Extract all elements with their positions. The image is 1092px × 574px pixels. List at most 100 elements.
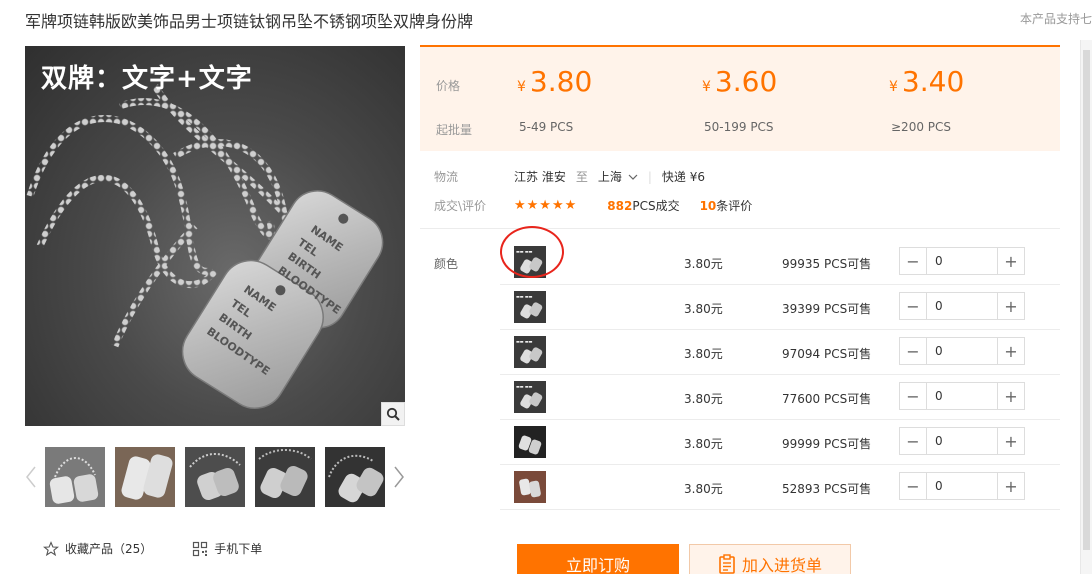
quantity-stepper-4: − + <box>899 382 1025 410</box>
thumbnail-2[interactable] <box>115 447 175 507</box>
plus-button[interactable]: + <box>997 383 1024 409</box>
minus-button[interactable]: − <box>900 338 927 364</box>
vertical-scrollbar[interactable] <box>1080 40 1092 574</box>
quantity-input[interactable] <box>927 248 997 274</box>
quantity-stepper-3: − + <box>899 337 1025 365</box>
sku-row-5: 3.80元 99999 PCS可售 − + <box>500 420 1060 465</box>
zoom-button[interactable] <box>381 402 405 426</box>
sku-price-4: 3.80元 <box>684 392 723 406</box>
quantity-input[interactable] <box>927 428 997 454</box>
sku-price-2: 3.80元 <box>684 302 723 316</box>
minus-button[interactable]: − <box>900 293 927 319</box>
sku-price-5: 3.80元 <box>684 437 723 451</box>
thumbnail-image <box>185 447 245 507</box>
minus-button[interactable]: − <box>900 428 927 454</box>
sku-thumbnail-5[interactable] <box>514 426 546 458</box>
plus-button[interactable]: + <box>997 473 1024 499</box>
mobile-order-link[interactable]: 手机下单 <box>192 540 262 557</box>
deals-link[interactable]: 882PCS成交 <box>607 197 679 214</box>
price-tier-2: ¥3.60 <box>702 65 777 98</box>
thumbnail-image <box>45 447 105 507</box>
minus-button[interactable]: − <box>900 473 927 499</box>
sku-stock-3: 97094 PCS可售 <box>782 347 872 361</box>
buy-now-button[interactable]: 立即订购 <box>517 544 679 574</box>
quantity-input[interactable] <box>927 293 997 319</box>
sku-image: ▬▬ ▬▬ <box>514 246 546 278</box>
thumbnail-strip <box>25 447 405 507</box>
sku-stock-5: 99999 PCS可售 <box>782 437 872 451</box>
quantity-stepper-1: − + <box>899 247 1025 275</box>
sku-thumbnail-4[interactable]: ▬▬ ▬▬ <box>514 381 546 413</box>
destination-selector[interactable]: 上海 <box>598 168 638 185</box>
sku-stock-6: 52893 PCS可售 <box>782 482 872 496</box>
svg-text:▬▬ ▬▬: ▬▬ ▬▬ <box>516 294 533 299</box>
sku-price-1: 3.80元 <box>684 257 723 271</box>
thumbnail-1[interactable] <box>45 447 105 507</box>
thumbnail-image <box>325 447 385 507</box>
reviews-link[interactable]: 10条评价 <box>700 197 753 214</box>
sku-row-6: 3.80元 52893 PCS可售 − + <box>500 465 1060 510</box>
thumb-prev-button[interactable] <box>25 465 37 489</box>
logistics-label: 物流 <box>434 170 459 184</box>
product-title: 军牌项链韩版欧美饰品男士项链钛钢吊坠不锈钢项坠双牌身份牌 <box>25 12 474 31</box>
main-product-image[interactable]: NAME TEL BIRTH BLOODTYPE NAME TEL BIRTH … <box>25 46 405 426</box>
mobile-order-label: 手机下单 <box>214 542 263 556</box>
plus-button[interactable]: + <box>997 293 1024 319</box>
gallery-links: 收藏产品（25） 手机下单 <box>43 540 262 557</box>
logistics-info: 江苏 淮安 至 上海 | 快递 ¥6 <box>514 168 705 185</box>
sku-stock-4: 77600 PCS可售 <box>782 392 872 406</box>
sku-thumbnail-1[interactable]: ▬▬ ▬▬ <box>514 246 546 278</box>
sku-thumbnail-6[interactable] <box>514 471 546 503</box>
thumbnail-3[interactable] <box>185 447 245 507</box>
thumb-next-button[interactable] <box>393 465 405 489</box>
section-divider <box>420 228 1060 229</box>
magnifier-icon <box>386 407 400 421</box>
sku-image: ▬▬ ▬▬ <box>514 381 546 413</box>
star-outline-icon <box>43 540 59 556</box>
thumbnail-5[interactable] <box>325 447 385 507</box>
reviews-suffix: 条评价 <box>716 199 753 213</box>
quantity-input[interactable] <box>927 473 997 499</box>
quantity-input[interactable] <box>927 383 997 409</box>
plus-button[interactable]: + <box>997 248 1024 274</box>
sku-thumbnail-3[interactable]: ▬▬ ▬▬ <box>514 336 546 368</box>
rating-info: ★★★★★ 882PCS成交 10条评价 <box>514 197 752 214</box>
chevron-right-icon <box>394 466 404 488</box>
moq-label: 起批量 <box>436 123 473 137</box>
moq-tier-2: 50-199 PCS <box>704 120 774 134</box>
thumbnail-image <box>255 447 315 507</box>
add-to-cart-label: 加入进货单 <box>741 556 822 574</box>
sku-row-1: ▬▬ ▬▬ 3.80元 99935 PCS可售 − + <box>500 240 1060 285</box>
chevron-down-icon <box>628 174 638 180</box>
thumbnail-image <box>115 447 175 507</box>
currency-symbol: ¥ <box>889 79 898 95</box>
collect-product-link[interactable]: 收藏产品（25） <box>43 540 152 557</box>
clipboard-icon <box>719 554 735 574</box>
main-image-caption: 双牌：文字+文字 <box>41 64 253 94</box>
rating-stars-icon: ★★★★★ <box>514 198 578 213</box>
sku-stock-2: 39399 PCS可售 <box>782 302 872 316</box>
minus-button[interactable]: − <box>900 248 927 274</box>
minus-button[interactable]: − <box>900 383 927 409</box>
sku-image <box>514 426 546 458</box>
plus-button[interactable]: + <box>997 338 1024 364</box>
chevron-left-icon <box>26 466 36 488</box>
quantity-stepper-5: − + <box>899 427 1025 455</box>
sku-image: ▬▬ ▬▬ <box>514 291 546 323</box>
deals-suffix: PCS成交 <box>632 199 680 213</box>
add-to-cart-button[interactable]: 加入进货单 <box>689 544 851 574</box>
destination-value: 上海 <box>597 170 622 184</box>
price-panel: 价格 起批量 ¥3.80 ¥3.60 ¥3.40 5-49 PCS 50-199… <box>420 45 1060 151</box>
scrollbar-thumb[interactable] <box>1083 50 1090 550</box>
plus-button[interactable]: + <box>997 428 1024 454</box>
deals-count: 882 <box>607 199 633 213</box>
to-separator: 至 <box>575 170 588 184</box>
sku-thumbnail-2[interactable]: ▬▬ ▬▬ <box>514 291 546 323</box>
svg-text:▬▬ ▬▬: ▬▬ ▬▬ <box>516 384 533 389</box>
sku-row-2: ▬▬ ▬▬ 3.80元 39399 PCS可售 − + <box>500 285 1060 330</box>
quantity-input[interactable] <box>927 338 997 364</box>
thumbnail-4[interactable] <box>255 447 315 507</box>
price-tier-3-value: 3.40 <box>901 65 965 98</box>
reviews-count: 10 <box>699 199 717 213</box>
sku-price-3: 3.80元 <box>684 347 723 361</box>
